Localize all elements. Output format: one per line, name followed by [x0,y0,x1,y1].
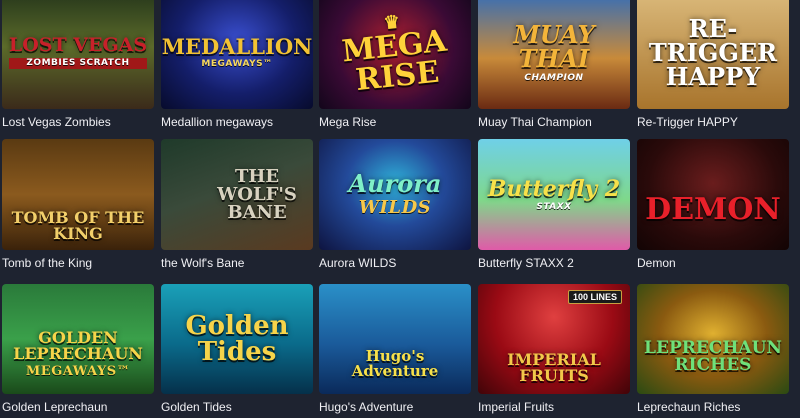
game-thumbnail[interactable]: Lost Vegas ZOMBIES SCRATCH [2,0,154,109]
game-grid: Lost Vegas ZOMBIES SCRATCH Lost Vegas Zo… [0,0,800,418]
game-tile-golden-leprechaun[interactable]: Golden Leprechaun MEGAWAYS™ Golden Lepre… [2,284,154,414]
game-thumbnail[interactable]: Butterfly 2 STAXX [478,139,630,250]
game-thumbnail[interactable]: The Wolf's Bane [161,139,313,250]
game-art-logo: Re-Trigger Happy [648,13,778,91]
game-title[interactable]: Re-Trigger HAPPY [637,115,789,129]
game-thumbnail[interactable]: Medallion MEGAWAYS™ [161,0,313,109]
game-title[interactable]: Medallion megaways [161,115,313,129]
game-art-logo: Medallion MEGAWAYS™ [161,34,313,69]
game-thumbnail[interactable]: Re-Trigger Happy [637,0,789,109]
game-tile-lost-vegas-zombies[interactable]: Lost Vegas ZOMBIES SCRATCH Lost Vegas Zo… [2,0,154,129]
game-title[interactable]: Leprechaun Riches [637,400,789,414]
game-art-logo: Demon [645,191,781,227]
game-tile-golden-tides[interactable]: Golden Tides Golden Tides [161,284,313,414]
game-thumbnail[interactable]: 100 LINES Imperial Fruits [478,284,630,394]
game-tile-hugos-adventure[interactable]: Hugo's Adventure Hugo's Adventure [319,284,471,414]
game-art-logo: Hugo's Adventure [351,347,439,380]
game-tile-tomb-of-the-king[interactable]: Tomb of the King Tomb of the King [2,139,154,270]
game-tile-muay-thai-champion[interactable]: Muay Thai CHAMPION Muay Thai Champion [478,0,630,129]
game-thumbnail[interactable]: Demon [637,139,789,250]
game-title[interactable]: Muay Thai Champion [478,115,630,129]
game-thumbnail[interactable]: Golden Tides [161,284,313,394]
game-thumbnail[interactable]: ♛ Mega Rise [319,0,471,109]
game-thumbnail[interactable]: Hugo's Adventure [319,284,471,394]
game-art-logo: Lost Vegas ZOMBIES SCRATCH [8,34,148,69]
game-title[interactable]: the Wolf's Bane [161,256,313,270]
game-thumbnail[interactable]: Tomb of the King [2,139,154,250]
game-tile-medallion-megaways[interactable]: Medallion MEGAWAYS™ Medallion megaways [161,0,313,129]
game-title[interactable]: Aurora WILDS [319,256,471,270]
game-art-logo: Tomb of the King [11,208,145,243]
game-art-logo: The Wolf's Bane [217,165,297,223]
game-tile-leprechaun-riches[interactable]: Leprechaun Riches Leprechaun Riches [637,284,789,414]
game-tile-aurora-wilds[interactable]: Aurora WILDS Aurora WILDS [319,139,471,270]
game-art-logo: Butterfly 2 STAXX [487,175,621,212]
lines-badge: 100 LINES [567,290,622,304]
game-thumbnail[interactable]: Muay Thai CHAMPION [478,0,630,109]
game-title[interactable]: Imperial Fruits [478,400,630,414]
game-tile-butterfly-staxx-2[interactable]: Butterfly 2 STAXX Butterfly STAXX 2 [478,139,630,270]
game-art-logo: Leprechaun Riches [644,337,782,375]
game-title[interactable]: Tomb of the King [2,256,154,270]
game-tile-mega-rise[interactable]: ♛ Mega Rise Mega Rise [319,0,471,129]
game-title[interactable]: Lost Vegas Zombies [2,115,154,129]
game-title[interactable]: Demon [637,256,789,270]
game-thumbnail[interactable]: Golden Leprechaun MEGAWAYS™ [2,284,154,394]
game-title[interactable]: Mega Rise [319,115,471,129]
game-art-logo: Muay Thai CHAMPION [513,19,595,83]
game-title[interactable]: Golden Tides [161,400,313,414]
game-tile-demon[interactable]: Demon Demon [637,139,789,270]
game-tile-the-wolfs-bane[interactable]: The Wolf's Bane the Wolf's Bane [161,139,313,270]
game-title[interactable]: Golden Leprechaun [2,400,154,414]
game-art-logo: ♛ Mega Rise [319,6,471,99]
game-thumbnail[interactable]: Aurora WILDS [319,139,471,250]
game-art-logo: Imperial Fruits [507,350,601,385]
game-art-logo: Golden Leprechaun MEGAWAYS™ [13,328,143,379]
game-art-logo: Aurora WILDS [348,169,442,218]
game-title[interactable]: Butterfly STAXX 2 [478,256,630,270]
game-art-logo: Golden Tides [185,311,289,367]
game-title[interactable]: Hugo's Adventure [319,400,471,414]
game-tile-re-trigger-happy[interactable]: Re-Trigger Happy Re-Trigger HAPPY [637,0,789,129]
game-tile-imperial-fruits[interactable]: 100 LINES Imperial Fruits Imperial Fruit… [478,284,630,414]
game-thumbnail[interactable]: Leprechaun Riches [637,284,789,394]
